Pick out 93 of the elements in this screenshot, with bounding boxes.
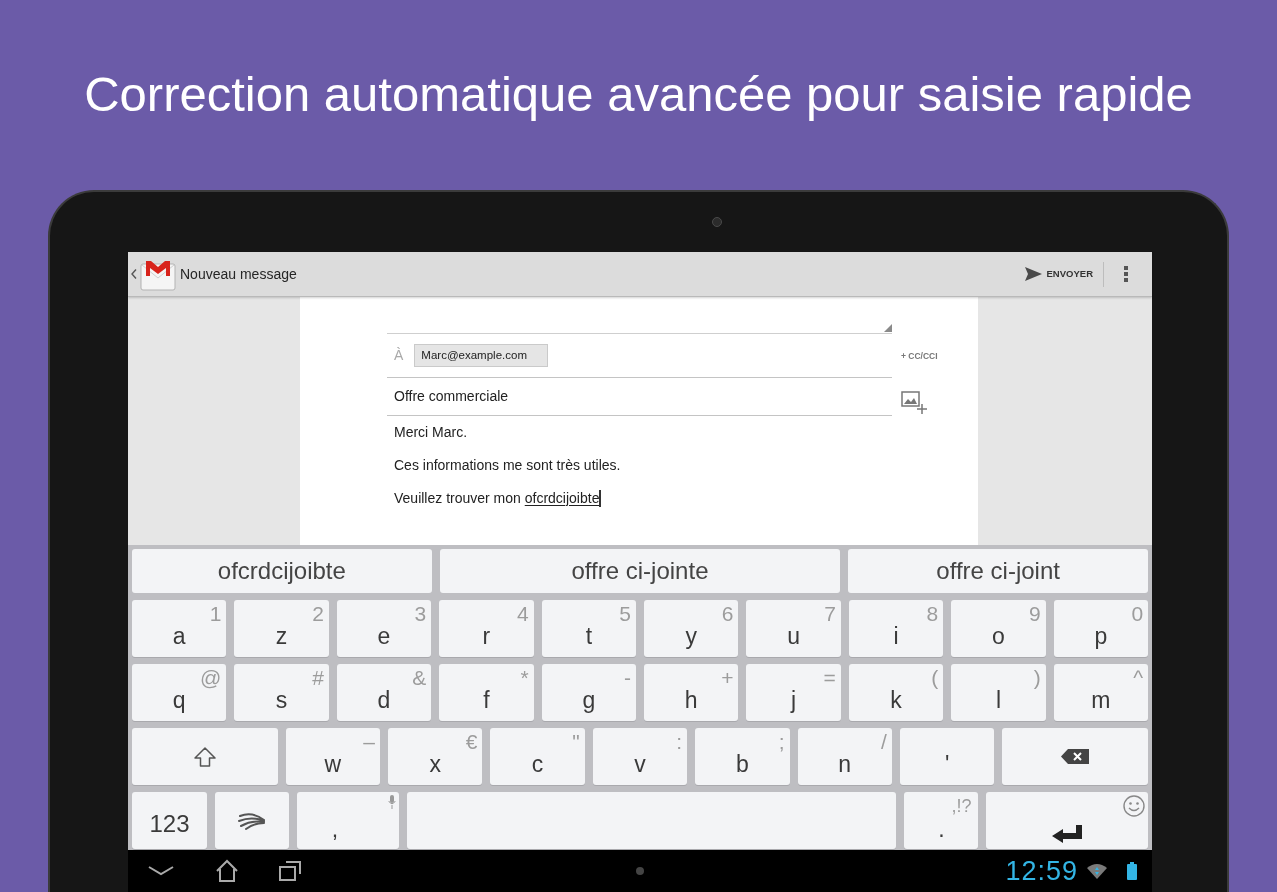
character-key[interactable]: q @ <box>132 664 227 721</box>
body-text: Ces informations me sont très utiles. <box>394 456 622 475</box>
cc-bcc-link[interactable]: + CC/CCI <box>901 349 938 363</box>
suggestion-button[interactable]: offre ci-joint <box>848 549 1148 593</box>
enter-icon <box>1052 825 1083 843</box>
enter-key[interactable] <box>986 792 1148 849</box>
character-key[interactable]: b ; <box>695 728 790 785</box>
recipient-chip[interactable]: Marc@example.com <box>414 343 548 368</box>
key-hint: 3 <box>414 603 427 624</box>
wifi-icon <box>1087 863 1107 879</box>
battery-icon <box>1127 862 1137 880</box>
dot-icon <box>636 867 644 875</box>
key-hint: ; <box>778 731 785 752</box>
to-label: À <box>394 346 404 365</box>
character-key[interactable]: a 1 <box>132 600 227 657</box>
body-text: Veuillez trouver mon ofcrdcijoibte <box>394 489 600 508</box>
character-key[interactable]: t 5 <box>541 600 637 657</box>
key-hint: 9 <box>1028 603 1041 624</box>
character-key[interactable]: d & <box>336 664 432 721</box>
key-hint: 8 <box>926 603 939 624</box>
key-hint: ) <box>1033 667 1041 688</box>
character-key[interactable]: v : <box>592 728 688 785</box>
send-icon <box>1024 267 1042 281</box>
character-key[interactable]: m ^ <box>1053 664 1149 721</box>
character-key[interactable]: k ( <box>848 664 944 721</box>
key-hint: ,!? <box>951 797 972 815</box>
character-key[interactable]: n / <box>797 728 892 785</box>
key-hint: - <box>624 667 632 688</box>
backspace-key[interactable] <box>1002 728 1148 785</box>
swoosh-icon <box>237 811 266 830</box>
key-hint: 4 <box>516 603 529 624</box>
key-hint: : <box>676 731 683 752</box>
key-hint: – <box>363 731 375 752</box>
character-key[interactable]: z 2 <box>234 600 329 657</box>
send-button[interactable]: ENVOYER <box>1018 262 1099 286</box>
key-hint: / <box>881 731 887 752</box>
period-key[interactable]: . ,!? <box>904 792 979 849</box>
key-hint: = <box>823 667 836 688</box>
camera-lens-icon <box>712 217 722 227</box>
suggestion-button[interactable]: ofcrdcijoibte <box>132 549 432 593</box>
character-key[interactable]: c " <box>490 728 585 785</box>
swype-key[interactable] <box>214 792 289 849</box>
home-icon[interactable] <box>215 859 239 883</box>
character-key[interactable]: l ) <box>951 664 1046 721</box>
back-icon <box>131 269 137 279</box>
character-key[interactable]: f * <box>439 664 534 721</box>
character-key[interactable]: w – <box>285 728 380 785</box>
character-key[interactable]: i 8 <box>848 600 944 657</box>
key-hint: ( <box>931 667 939 688</box>
clock-time: 12:59 <box>1005 857 1078 885</box>
character-key[interactable]: p 0 <box>1053 600 1149 657</box>
character-key[interactable]: ' <box>899 728 995 785</box>
suggestion-button[interactable]: offre ci-jointe <box>439 549 841 593</box>
key-hint: 2 <box>312 603 324 624</box>
add-image-icon[interactable] <box>901 391 927 415</box>
key-hint: " <box>572 731 580 752</box>
key-hint: € <box>465 731 478 752</box>
character-key[interactable]: s # <box>234 664 329 721</box>
key-hint: 5 <box>619 603 632 624</box>
character-key[interactable]: y 6 <box>644 600 739 657</box>
key-hint: 0 <box>1131 603 1144 624</box>
key-hint: + <box>721 667 734 688</box>
to-field[interactable]: À Marc@example.com <box>387 334 892 378</box>
key-hint: ^ <box>1133 667 1144 688</box>
microphone-icon <box>387 795 396 809</box>
subject-field[interactable]: Offre commerciale <box>387 378 892 416</box>
dropdown-triangle-icon <box>884 324 892 332</box>
chevron-down-icon[interactable] <box>148 865 174 877</box>
character-key[interactable]: g - <box>541 664 637 721</box>
character-key[interactable]: j = <box>746 664 841 721</box>
shift-icon <box>192 745 217 768</box>
key-hint: 7 <box>824 603 836 624</box>
symbols-key[interactable]: 123 <box>132 792 207 849</box>
comma-key[interactable]: , <box>296 792 399 849</box>
character-key[interactable]: h + <box>644 664 739 721</box>
character-key[interactable]: e 3 <box>336 600 432 657</box>
screen-title: Nouveau message <box>180 264 297 284</box>
character-key[interactable]: x € <box>388 728 483 785</box>
backspace-icon <box>1061 749 1090 764</box>
key-hint: # <box>312 667 324 688</box>
key-hint: & <box>412 667 427 688</box>
menu-dots-icon <box>1124 266 1128 282</box>
character-key[interactable]: o 9 <box>951 600 1046 657</box>
key-hint: @ <box>200 667 222 688</box>
character-key[interactable]: r 4 <box>439 600 534 657</box>
headline: Correction automatique avancée pour saisie rapide <box>84 68 1193 122</box>
key-hint: 6 <box>721 603 734 624</box>
smiley-icon <box>1123 795 1145 817</box>
character-key[interactable]: u 7 <box>746 600 841 657</box>
key-hint: 1 <box>209 603 222 624</box>
key-hint: * <box>520 667 529 688</box>
body-text: Merci Marc. <box>394 423 469 442</box>
recents-icon[interactable] <box>278 860 302 882</box>
